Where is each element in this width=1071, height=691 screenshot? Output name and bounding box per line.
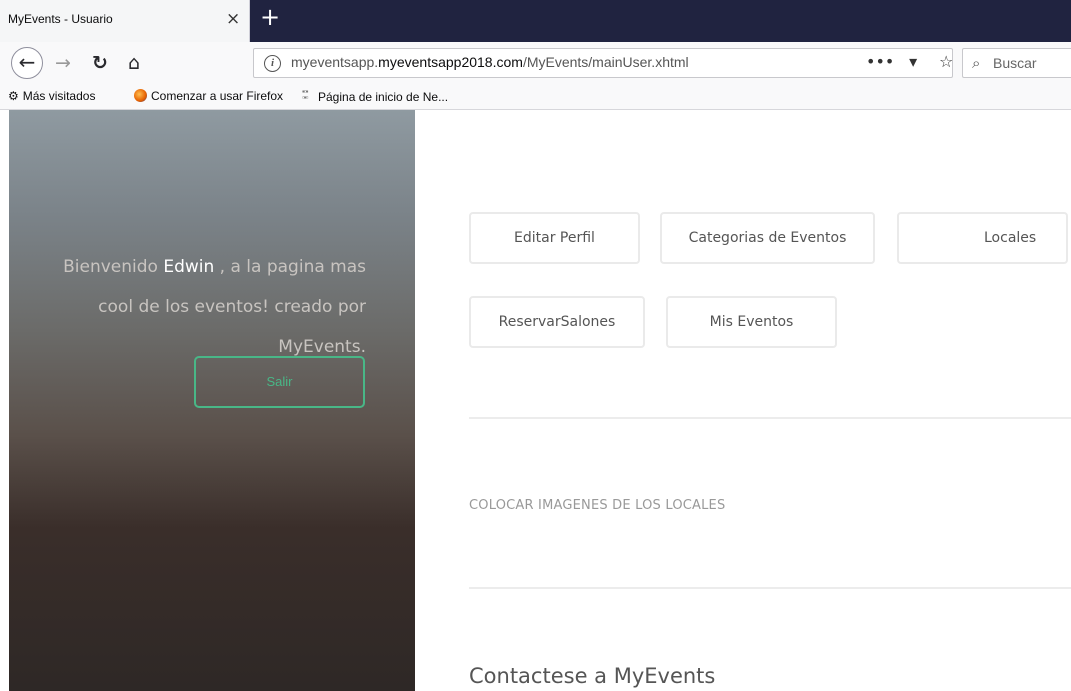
gear-icon: ⚙ <box>8 89 19 103</box>
search-input[interactable]: ⌕ Buscar <box>962 48 1071 78</box>
tab-title: MyEvents - Usuario <box>8 12 113 26</box>
bookmark-label: Página de inicio de Ne... <box>318 90 449 104</box>
url-domain: myeventsapp2018.com <box>378 54 523 70</box>
sidebar-hero: Bienvenido Edwin , a la pagina mas cool … <box>9 110 415 691</box>
bookmark-item[interactable]: Comenzar a usar Firefox <box>134 89 283 103</box>
tab-strip: MyEvents - Usuario × + <box>0 0 1071 42</box>
bookmark-item[interactable]: ⚙ Más visitados <box>8 89 95 103</box>
navigation-bar: ← → ↻ ⌂ i myeventsapp.myeventsapp2018.co… <box>0 42 1071 84</box>
url-actions: ••• ▾ ☆ <box>866 52 960 71</box>
info-icon[interactable]: i <box>264 55 281 72</box>
welcome-message: Bienvenido Edwin , a la pagina mas cool … <box>46 247 366 367</box>
user-name: Edwin <box>163 257 215 277</box>
url-text[interactable]: myeventsapp.myeventsapp2018.com/MyEvents… <box>291 54 689 70</box>
bookmarks-toolbar: ⚙ Más visitados Comenzar a usar Firefox ▪… <box>0 84 1071 110</box>
bookmark-label: Comenzar a usar Firefox <box>151 89 284 103</box>
search-placeholder: Buscar <box>993 55 1037 71</box>
url-path: /MyEvents/mainUser.xhtml <box>522 54 689 70</box>
venues-button[interactable]: Locales <box>897 212 1068 264</box>
new-tab-icon[interactable]: + <box>260 5 280 29</box>
bookmark-label: Más visitados <box>22 89 96 103</box>
reload-icon[interactable]: ↻ <box>87 49 113 77</box>
search-icon: ⌕ <box>972 54 981 72</box>
grid-icon: ▪▫▪ ▫▪▫ <box>302 87 309 102</box>
main-panel: Editar Perfil Categorias de Eventos Loca… <box>415 110 1071 691</box>
more-actions-icon[interactable]: ••• <box>866 52 894 71</box>
firefox-icon <box>134 89 147 102</box>
contact-heading: Contactese a MyEvents <box>469 664 716 688</box>
my-events-button[interactable]: Mis Eventos <box>666 296 837 348</box>
event-categories-button[interactable]: Categorias de Eventos <box>660 212 875 264</box>
forward-arrow-icon[interactable]: → <box>50 49 76 77</box>
url-bar[interactable]: i myeventsapp.myeventsapp2018.com/MyEven… <box>253 48 953 78</box>
back-arrow-icon[interactable]: ← <box>11 47 43 79</box>
reserve-rooms-button[interactable]: ReservarSalones <box>469 296 645 348</box>
home-icon[interactable]: ⌂ <box>121 49 147 77</box>
star-icon[interactable]: ☆ <box>932 52 960 71</box>
divider <box>469 417 1071 419</box>
edit-profile-button[interactable]: Editar Perfil <box>469 212 640 264</box>
bookmark-item[interactable]: ▪▫▪ ▫▪▫ Página de inicio de Ne... <box>302 87 449 105</box>
page-content: Bienvenido Edwin , a la pagina mas cool … <box>0 110 1071 691</box>
logout-button[interactable]: Salir <box>194 356 365 408</box>
venue-images-section-label: COLOCAR IMAGENES DE LOS LOCALES <box>469 498 726 513</box>
pocket-icon[interactable]: ▾ <box>899 52 927 71</box>
divider <box>469 587 1071 589</box>
close-icon[interactable]: × <box>226 9 240 29</box>
tab-active[interactable]: MyEvents - Usuario × <box>0 0 250 42</box>
welcome-text-start: Bienvenido <box>63 257 164 277</box>
url-prefix: myeventsapp. <box>291 54 379 70</box>
